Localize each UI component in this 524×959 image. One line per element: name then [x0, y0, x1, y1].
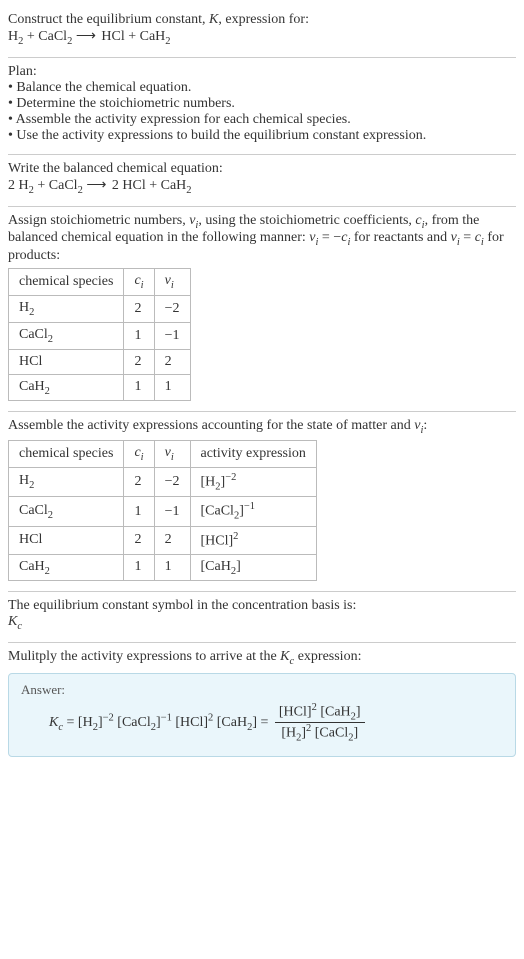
table-row: CaH2 1 1 — [9, 374, 191, 401]
col-species: chemical species — [9, 269, 124, 296]
balanced-equation: 2 H2 + CaCl2 ⟶ 2 HCl + CaH2 — [8, 177, 516, 196]
activity-text: Assemble the activity expressions accoun… — [8, 418, 516, 436]
fraction-denominator: [H2]2 [CaCl2] — [275, 723, 365, 743]
cell-species: HCl — [9, 526, 124, 554]
table-row: HCl 2 2 — [9, 349, 191, 374]
cell-species: CaCl2 — [9, 497, 124, 526]
cell-activity: [CaCl2]−1 — [190, 497, 316, 526]
plan-bullet: • Determine the stoichiometric numbers. — [8, 96, 516, 112]
intro-equation: H2 + CaCl2 ⟶ HCl + CaH2 — [8, 28, 516, 47]
section-activity: Assemble the activity expressions accoun… — [8, 412, 516, 592]
stoich-table: chemical species ci νi H2 2 −2 CaCl2 1 −… — [8, 268, 191, 401]
section-multiply: Mulitply the activity expressions to arr… — [8, 643, 516, 767]
section-intro: Construct the equilibrium constant, K, e… — [8, 6, 516, 58]
plan-bullet: • Assemble the activity expression for e… — [8, 112, 516, 128]
cell-species: HCl — [9, 349, 124, 374]
answer-box: Answer: Kc = [H2]−2 [CaCl2]−1 [HCl]2 [Ca… — [8, 673, 516, 757]
symbol-text: The equilibrium constant symbol in the c… — [8, 598, 516, 614]
cell-ci: 2 — [124, 295, 154, 322]
plan-bullet: • Balance the chemical equation. — [8, 80, 516, 96]
section-balanced: Write the balanced chemical equation: 2 … — [8, 155, 516, 207]
table-header-row: chemical species ci νi activity expressi… — [9, 441, 317, 468]
answer-expression: Kc = [H2]−2 [CaCl2]−1 [HCl]2 [CaH2] = [H… — [49, 702, 503, 744]
cell-vi: 2 — [154, 349, 190, 374]
section-plan: Plan: • Balance the chemical equation. •… — [8, 58, 516, 155]
cell-vi: −2 — [154, 467, 190, 496]
cell-activity: [CaH2] — [190, 554, 316, 581]
plan-label: Plan: — [8, 64, 516, 80]
table-row: H2 2 −2 [H2]−2 — [9, 467, 317, 496]
cell-vi: −1 — [154, 497, 190, 526]
activity-table: chemical species ci νi activity expressi… — [8, 440, 317, 581]
section-stoich: Assign stoichiometric numbers, νi, using… — [8, 207, 516, 413]
plan-bullet: • Use the activity expressions to build … — [8, 128, 516, 144]
fraction-numerator: [HCl]2 [CaH2] — [275, 702, 365, 723]
col-ci: ci — [124, 269, 154, 296]
cell-species: H2 — [9, 295, 124, 322]
table-row: HCl 2 2 [HCl]2 — [9, 526, 317, 554]
cell-ci: 1 — [124, 554, 154, 581]
cell-vi: 2 — [154, 526, 190, 554]
fraction: [HCl]2 [CaH2] [H2]2 [CaCl2] — [275, 702, 365, 744]
cell-activity: [HCl]2 — [190, 526, 316, 554]
balanced-text: Write the balanced chemical equation: — [8, 161, 516, 177]
cell-ci: 2 — [124, 467, 154, 496]
cell-activity: [H2]−2 — [190, 467, 316, 496]
table-row: CaCl2 1 −1 — [9, 322, 191, 349]
cell-ci: 1 — [124, 374, 154, 401]
table-row: CaCl2 1 −1 [CaCl2]−1 — [9, 497, 317, 526]
multiply-text: Mulitply the activity expressions to arr… — [8, 649, 516, 667]
cell-vi: 1 — [154, 374, 190, 401]
cell-species: H2 — [9, 467, 124, 496]
cell-ci: 1 — [124, 497, 154, 526]
table-row: CaH2 1 1 [CaH2] — [9, 554, 317, 581]
cell-species: CaCl2 — [9, 322, 124, 349]
table-row: H2 2 −2 — [9, 295, 191, 322]
cell-vi: −1 — [154, 322, 190, 349]
symbol-kc: Kc — [8, 614, 516, 632]
section-symbol: The equilibrium constant symbol in the c… — [8, 592, 516, 643]
col-species: chemical species — [9, 441, 124, 468]
col-vi: νi — [154, 269, 190, 296]
stoich-text: Assign stoichiometric numbers, νi, using… — [8, 213, 516, 265]
cell-ci: 2 — [124, 526, 154, 554]
cell-species: CaH2 — [9, 554, 124, 581]
cell-ci: 1 — [124, 322, 154, 349]
col-vi: νi — [154, 441, 190, 468]
answer-label: Answer: — [21, 682, 503, 698]
cell-vi: −2 — [154, 295, 190, 322]
cell-species: CaH2 — [9, 374, 124, 401]
cell-vi: 1 — [154, 554, 190, 581]
col-activity: activity expression — [190, 441, 316, 468]
cell-ci: 2 — [124, 349, 154, 374]
table-header-row: chemical species ci νi — [9, 269, 191, 296]
intro-text: Construct the equilibrium constant, K, e… — [8, 12, 516, 28]
col-ci: ci — [124, 441, 154, 468]
